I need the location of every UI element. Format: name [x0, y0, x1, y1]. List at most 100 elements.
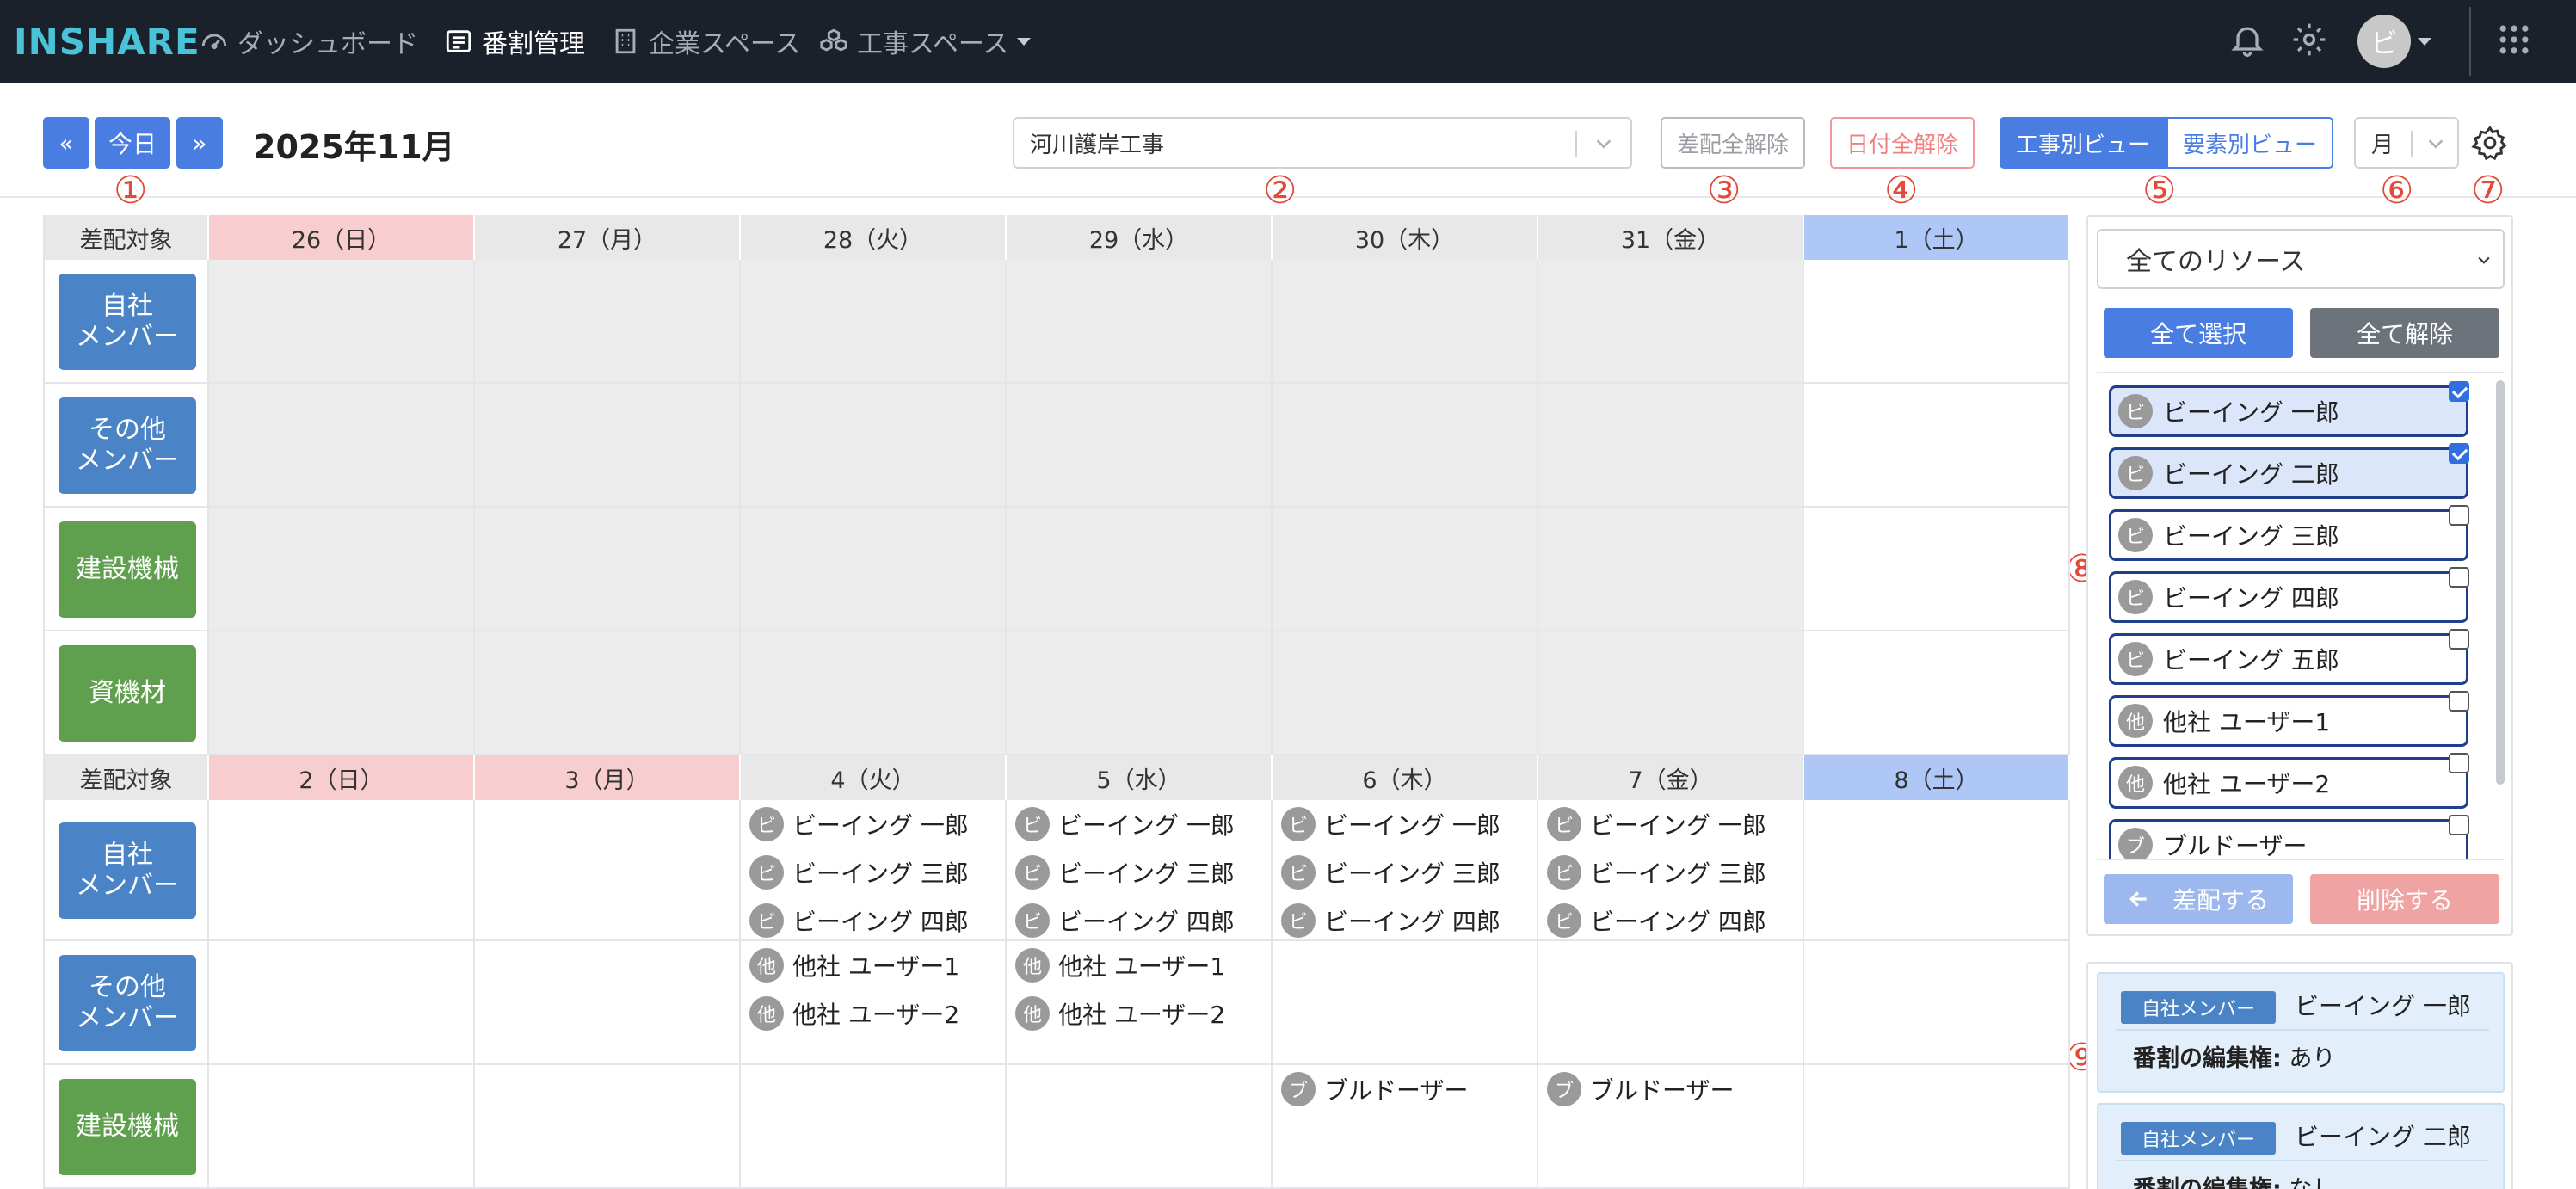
resource-list-item[interactable]: ビビーイング 三郎: [2109, 505, 2469, 561]
calendar-cell[interactable]: [209, 384, 475, 506]
resource-button-machinery[interactable]: 建設機械: [59, 1079, 196, 1175]
calendar-cell[interactable]: [1538, 508, 1804, 630]
calendar-cell[interactable]: [1007, 1065, 1273, 1187]
resource-list-item[interactable]: ビビーイング 一郎: [2109, 381, 2469, 437]
calendar-cell[interactable]: ビビーイング 一郎ビビーイング 三郎ビビーイング 四郎: [1007, 800, 1273, 939]
assigned-resource-chip[interactable]: ビビーイング 三郎: [1273, 848, 1537, 896]
resource-checkbox[interactable]: [2449, 381, 2469, 402]
clear-all-assignments-button[interactable]: 差配全解除: [1661, 117, 1805, 169]
assigned-resource-chip[interactable]: 他他社 ユーザー2: [1007, 989, 1271, 1038]
calendar-cell[interactable]: [741, 631, 1007, 754]
calendar-cell[interactable]: [209, 800, 475, 939]
calendar-cell[interactable]: [475, 1065, 741, 1187]
calendar-cell[interactable]: 他他社 ユーザー1 他他社 ユーザー2: [1007, 941, 1273, 1063]
resource-filter-select[interactable]: 全てのリソース: [2097, 229, 2505, 289]
calendar-cell[interactable]: [475, 941, 741, 1063]
assigned-resource-chip[interactable]: ビビーイング 四郎: [741, 896, 1005, 945]
calendar-cell[interactable]: ビビーイング 一郎ビビーイング 三郎ビビーイング 四郎: [741, 800, 1007, 939]
project-select[interactable]: 河川護岸工事: [1013, 117, 1632, 169]
resource-list-item[interactable]: 他他社 ユーザー1: [2109, 691, 2469, 747]
assigned-resource-chip[interactable]: 他他社 ユーザー1: [1007, 941, 1271, 989]
assigned-resource-chip[interactable]: ビビーイング 三郎: [1538, 848, 1803, 896]
apps-grid-icon[interactable]: [2495, 21, 2533, 59]
assigned-resource-chip[interactable]: ビビーイング 一郎: [1273, 800, 1537, 848]
calendar-cell[interactable]: [1804, 508, 2070, 630]
nav-dashboard[interactable]: ダッシュボード: [200, 22, 418, 60]
assigned-resource-chip[interactable]: ブブルドーザー: [1538, 1065, 1803, 1113]
nav-assignment[interactable]: 番割管理: [444, 22, 585, 60]
resource-button-materials[interactable]: 資機材: [59, 645, 196, 742]
assigned-resource-chip[interactable]: ビビーイング 一郎: [1538, 800, 1803, 848]
resource-list-item[interactable]: ブブルドーザー: [2109, 815, 2469, 859]
calendar-cell[interactable]: [1804, 631, 2070, 754]
resource-button-other-members[interactable]: その他 メンバー: [59, 397, 196, 494]
next-month-button[interactable]: »: [176, 117, 223, 169]
calendar-cell[interactable]: [209, 260, 475, 382]
calendar-cell[interactable]: ブブルドーザー: [1538, 1065, 1804, 1187]
delete-button[interactable]: 削除する: [2310, 874, 2499, 924]
nav-project-space[interactable]: 工事スペース: [819, 22, 1032, 60]
assigned-resource-chip[interactable]: ビビーイング 一郎: [1007, 800, 1271, 848]
calendar-cell[interactable]: [1007, 508, 1273, 630]
prev-month-button[interactable]: «: [43, 117, 89, 169]
resource-checkbox[interactable]: [2449, 753, 2469, 773]
nav-company-space[interactable]: 企業スペース: [611, 22, 800, 60]
calendar-cell[interactable]: [1804, 800, 2070, 939]
resource-checkbox[interactable]: [2449, 567, 2469, 588]
app-logo[interactable]: INSHARE: [14, 19, 200, 64]
resource-checkbox[interactable]: [2449, 505, 2469, 526]
gear-icon[interactable]: [2290, 21, 2328, 59]
calendar-cell[interactable]: [741, 508, 1007, 630]
calendar-cell[interactable]: [1804, 384, 2070, 506]
calendar-cell[interactable]: [1804, 260, 2070, 382]
resource-button-own-members[interactable]: 自社 メンバー: [59, 822, 196, 919]
resource-checkbox[interactable]: [2449, 815, 2469, 835]
calendar-cell[interactable]: [209, 631, 475, 754]
assigned-resource-chip[interactable]: 他他社 ユーザー2: [741, 989, 1005, 1038]
calendar-cell[interactable]: [209, 941, 475, 1063]
resource-list-item[interactable]: 他他社 ユーザー2: [2109, 753, 2469, 809]
calendar-cell[interactable]: [209, 1065, 475, 1187]
user-avatar[interactable]: ビ: [2357, 15, 2411, 68]
assigned-resource-chip[interactable]: ビビーイング 四郎: [1538, 896, 1803, 945]
select-all-button[interactable]: 全て選択: [2104, 308, 2293, 358]
assigned-resource-chip[interactable]: ブブルドーザー: [1273, 1065, 1537, 1113]
calendar-cell[interactable]: [1804, 1065, 2070, 1187]
resource-list-item[interactable]: ビビーイング 二郎: [2109, 443, 2469, 499]
calendar-cell[interactable]: [1538, 631, 1804, 754]
calendar-cell[interactable]: [1538, 384, 1804, 506]
assigned-resource-chip[interactable]: ビビーイング 四郎: [1273, 896, 1537, 945]
resource-list-item[interactable]: ビビーイング 五郎: [2109, 629, 2469, 685]
calendar-cell[interactable]: [1273, 260, 1538, 382]
calendar-cell[interactable]: [475, 508, 741, 630]
calendar-cell[interactable]: [1273, 941, 1538, 1063]
assigned-resource-chip[interactable]: ビビーイング 四郎: [1007, 896, 1271, 945]
today-button[interactable]: 今日: [95, 117, 170, 169]
element-view-tab[interactable]: 要素別ビュー: [2166, 117, 2333, 169]
assigned-resource-chip[interactable]: ビビーイング 三郎: [741, 848, 1005, 896]
resource-checkbox[interactable]: [2449, 691, 2469, 712]
calendar-cell[interactable]: [1273, 384, 1538, 506]
deselect-all-button[interactable]: 全て解除: [2310, 308, 2499, 358]
assigned-resource-chip[interactable]: ビビーイング 三郎: [1007, 848, 1271, 896]
assign-button[interactable]: 差配する: [2104, 874, 2293, 924]
calendar-cell[interactable]: [741, 384, 1007, 506]
calendar-cell[interactable]: [741, 1065, 1007, 1187]
calendar-cell[interactable]: [741, 260, 1007, 382]
bell-icon[interactable]: [2228, 21, 2266, 59]
period-select[interactable]: 月: [2354, 117, 2459, 169]
resource-checkbox[interactable]: [2449, 629, 2469, 650]
calendar-cell[interactable]: ブブルドーザー: [1273, 1065, 1538, 1187]
user-menu-chevron-icon[interactable]: [2418, 38, 2431, 46]
assigned-resource-chip[interactable]: 他他社 ユーザー1: [741, 941, 1005, 989]
calendar-cell[interactable]: [475, 800, 741, 939]
assigned-resource-chip[interactable]: ビビーイング 一郎: [741, 800, 1005, 848]
resource-list-item[interactable]: ビビーイング 四郎: [2109, 567, 2469, 623]
calendar-cell[interactable]: [1273, 508, 1538, 630]
calendar-cell[interactable]: [1804, 941, 2070, 1063]
calendar-cell[interactable]: [1538, 260, 1804, 382]
calendar-cell[interactable]: ビビーイング 一郎ビビーイング 三郎ビビーイング 四郎: [1273, 800, 1538, 939]
settings-gear-icon[interactable]: [2471, 124, 2509, 162]
calendar-cell[interactable]: [209, 508, 475, 630]
clear-all-dates-button[interactable]: 日付全解除: [1830, 117, 1975, 169]
